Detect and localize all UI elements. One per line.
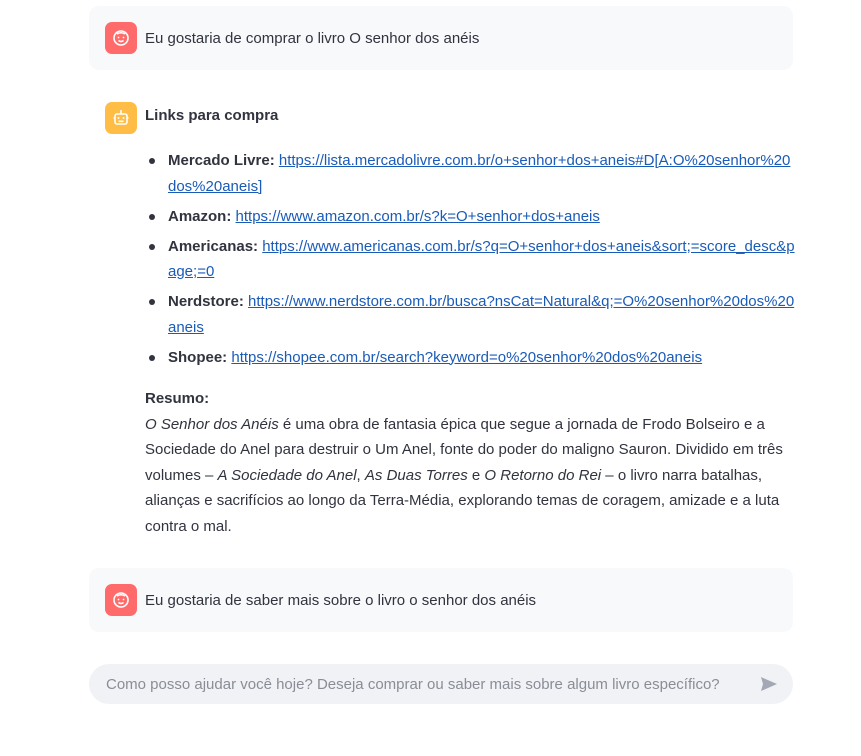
volume-title: A Sociedade do Anel <box>217 466 357 484</box>
summary-separator: e <box>467 466 485 484</box>
list-item: Americanas: https://www.americanas.com.b… <box>145 234 795 285</box>
list-item: Amazon: https://www.amazon.com.br/s?k=O+… <box>145 204 795 230</box>
chat-input-bar <box>89 664 793 704</box>
user-avatar <box>105 584 137 616</box>
user-avatar <box>105 22 137 54</box>
user-message: Eu gostaria de saber mais sobre o livro … <box>89 568 793 632</box>
robot-icon <box>113 109 129 125</box>
summary-text: O Senhor dos Anéis é uma obra de fantasi… <box>145 416 783 535</box>
volume-title: As Duas Torres <box>364 466 468 484</box>
store-name: Nerdstore: <box>168 293 244 310</box>
send-button[interactable] <box>757 672 781 696</box>
store-link[interactable]: https://shopee.com.br/search?keyword=o%2… <box>231 349 702 366</box>
summary-separator: , <box>356 466 365 484</box>
face-icon <box>113 592 129 608</box>
send-icon <box>761 677 777 691</box>
list-item: Nerdstore: https://www.nerdstore.com.br/… <box>145 289 795 340</box>
chat-input[interactable] <box>106 675 757 693</box>
store-name: Shopee: <box>168 348 228 366</box>
store-link[interactable]: https://www.americanas.com.br/s?q=O+senh… <box>168 238 795 281</box>
store-name: Mercado Livre: <box>168 152 275 169</box>
user-message-text: Eu gostaria de comprar o livro O senhor … <box>145 29 480 47</box>
user-message-text: Eu gostaria de saber mais sobre o livro … <box>145 591 537 609</box>
assistant-message-content: Links para compra Mercado Livre: https:/… <box>145 106 795 539</box>
store-name: Americanas: <box>168 237 259 255</box>
face-icon <box>113 30 129 46</box>
store-name: Amazon: <box>168 207 232 225</box>
book-title: O Senhor dos Anéis <box>145 415 279 433</box>
store-link[interactable]: https://www.amazon.com.br/s?k=O+senhor+d… <box>236 208 600 225</box>
summary-section: Resumo: O Senhor dos Anéis é uma obra de… <box>145 386 795 539</box>
list-item: Mercado Livre: https://lista.mercadolivr… <box>145 148 795 199</box>
store-link[interactable]: https://www.nerdstore.com.br/busca?nsCat… <box>168 293 794 336</box>
assistant-avatar <box>105 102 137 134</box>
volume-title: O Retorno do Rei <box>484 466 602 484</box>
links-heading: Links para compra <box>145 107 279 124</box>
store-links-list: Mercado Livre: https://lista.mercadolivr… <box>145 148 795 370</box>
summary-label: Resumo: <box>145 390 210 407</box>
user-message: Eu gostaria de comprar o livro O senhor … <box>89 6 793 70</box>
list-item: Shopee: https://shopee.com.br/search?key… <box>145 345 795 371</box>
